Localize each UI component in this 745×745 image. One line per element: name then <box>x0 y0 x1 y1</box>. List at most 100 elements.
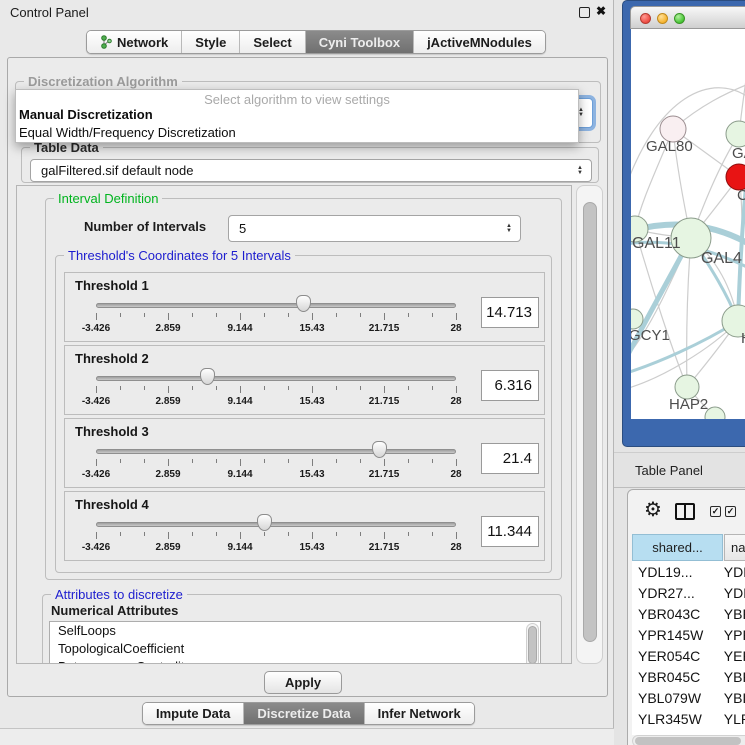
threshold-label: Threshold 1 <box>75 278 149 293</box>
slider-track[interactable] <box>96 376 456 381</box>
table-cell[interactable]: YER0 <box>720 648 745 664</box>
table-cell[interactable]: YPR145W <box>632 627 720 643</box>
node-label: HAP2 <box>669 396 708 413</box>
network-window-titlebar[interactable] <box>630 6 745 29</box>
slider-handle[interactable] <box>372 441 387 458</box>
node-label: GAL11 <box>632 235 681 252</box>
checkbox-icon[interactable]: ✓ <box>710 506 721 517</box>
algorithm-dropdown-popup: Select algorithm to view settings Manual… <box>15 89 579 143</box>
list-item[interactable]: TopologicalCoefficient <box>50 640 540 658</box>
threshold-slider[interactable]: -3.4262.8599.14415.4321.71528 <box>96 295 456 337</box>
scrollbar-thumb[interactable] <box>635 737 741 745</box>
tab-cyni-toolbox[interactable]: Cyni Toolbox <box>306 31 414 53</box>
tab-jactivemodules[interactable]: jActiveMNodules <box>414 31 545 53</box>
table-row[interactable]: YER054CYER0 <box>632 645 745 666</box>
interval-definition-group: Interval Definition Number of Intervals … <box>45 198 562 580</box>
tab-discretize-data[interactable]: Discretize Data <box>244 703 364 724</box>
slider-handle[interactable] <box>296 295 311 312</box>
tab-impute-data[interactable]: Impute Data <box>143 703 244 724</box>
table-cell[interactable]: YDR27... <box>632 585 720 601</box>
slider-track[interactable] <box>96 449 456 454</box>
table-hscrollbar[interactable] <box>632 735 745 745</box>
tab-label: Select <box>253 35 291 50</box>
table-row[interactable]: YDR27...YDR2 <box>632 582 745 603</box>
node-label: GAL80 <box>646 138 693 155</box>
num-intervals-spinner[interactable]: 5 ▲▼ <box>228 215 521 242</box>
tab-infer-network[interactable]: Infer Network <box>365 703 474 724</box>
table-cell[interactable]: YER054C <box>632 648 720 664</box>
checkbox-icon[interactable]: ✓ <box>725 506 736 517</box>
threshold-slider[interactable]: -3.4262.8599.14415.4321.71528 <box>96 368 456 410</box>
table-row[interactable]: YBR045CYBR0 <box>632 666 745 687</box>
node-label: C <box>737 187 745 204</box>
table-panel-header: Table Panel <box>614 452 745 488</box>
window-close-button[interactable] <box>640 13 651 24</box>
threshold-panel: Threshold 1 -3.4262.8599.14415.4321.7152… <box>64 272 545 342</box>
node-label: GAL4 <box>701 250 742 267</box>
settings-scroll-area: Interval Definition Number of Intervals … <box>16 185 572 664</box>
panel-footer <box>0 728 614 745</box>
panel-title: Control Panel <box>10 5 89 20</box>
slider-handle[interactable] <box>200 368 215 385</box>
threshold-slider[interactable]: -3.4262.8599.14415.4321.71528 <box>96 514 456 556</box>
table-cell[interactable]: YBR043C <box>632 606 720 622</box>
float-icon[interactable] <box>579 7 590 18</box>
dropdown-option-manual[interactable]: Manual Discretization <box>19 107 153 122</box>
table-cell[interactable]: YBL079W <box>632 690 720 706</box>
table-cell[interactable]: YBR0 <box>720 669 745 685</box>
split-table-icon[interactable] <box>675 503 695 520</box>
window-zoom-button[interactable] <box>674 13 685 24</box>
table-cell[interactable]: YDL1 <box>720 564 745 580</box>
table-cell[interactable]: YBR0 <box>720 606 745 622</box>
table-cell[interactable]: YLR345W <box>632 711 720 727</box>
tab-style[interactable]: Style <box>182 31 240 53</box>
threshold-value-input[interactable]: 14.713 <box>481 297 539 328</box>
tab-select[interactable]: Select <box>240 31 305 53</box>
scrollbar-thumb[interactable] <box>528 626 537 664</box>
slider-scale: -3.4262.8599.14415.4321.71528 <box>96 323 456 335</box>
list-item[interactable]: SelfLoops <box>50 622 540 640</box>
apply-button[interactable]: Apply <box>264 671 342 694</box>
table-header-row: shared... na <box>632 534 745 561</box>
table-cell[interactable]: YBR045C <box>632 669 720 685</box>
tab-label: Infer Network <box>378 706 461 721</box>
table-row[interactable]: YDL19...YDL1 <box>632 561 745 582</box>
table-cell[interactable]: YPR1 <box>720 627 745 643</box>
close-icon[interactable]: ✖ <box>596 4 606 18</box>
threshold-panel: Threshold 2 -3.4262.8599.14415.4321.7152… <box>64 345 545 415</box>
table-row[interactable]: YLR345WYLR3 <box>632 708 745 729</box>
list-scrollbar[interactable] <box>526 623 539 664</box>
threshold-value-input[interactable]: 6.316 <box>481 370 539 401</box>
threshold-value-input[interactable]: 21.4 <box>481 443 539 474</box>
attributes-list[interactable]: SelfLoops TopologicalCoefficient Between… <box>49 621 541 664</box>
threshold-label: Threshold 4 <box>75 497 149 512</box>
column-header-shared-name[interactable]: shared... <box>632 534 723 561</box>
table-row[interactable]: YBR043CYBR0 <box>632 603 745 624</box>
gear-icon[interactable]: ⚙ <box>644 501 662 519</box>
tab-label: Network <box>117 35 168 50</box>
table-row[interactable]: YPR145WYPR1 <box>632 624 745 645</box>
table-cell[interactable]: YLR3 <box>720 711 745 727</box>
attributes-group: Attributes to discretize Numerical Attri… <box>42 594 562 664</box>
network-node[interactable] <box>726 121 745 147</box>
table-cell[interactable]: YBL0 <box>720 690 745 706</box>
slider-track[interactable] <box>96 522 456 527</box>
tab-network[interactable]: Network <box>87 31 182 53</box>
list-item[interactable]: BetweennessCentrality <box>50 658 540 664</box>
threshold-value-input[interactable]: 11.344 <box>481 516 539 547</box>
scrollbar-thumb[interactable] <box>583 202 597 642</box>
table-data-combobox[interactable]: galFiltered.sif default node ▲▼ <box>30 159 592 182</box>
threshold-slider[interactable]: -3.4262.8599.14415.4321.71528 <box>96 441 456 483</box>
column-header-name[interactable]: na <box>724 534 745 561</box>
table-panel-title: Table Panel <box>635 463 703 478</box>
panel-scrollbar[interactable] <box>576 185 603 664</box>
network-canvas[interactable]: GAL80 GA C GAL11 GAL4 GCY1 H HAP2 <box>631 29 745 419</box>
slider-handle[interactable] <box>257 514 272 531</box>
table-cell[interactable]: YDL19... <box>632 564 720 580</box>
dropdown-option-equal-width[interactable]: Equal Width/Frequency Discretization <box>19 125 236 140</box>
table-row[interactable]: YBL079WYBL0 <box>632 687 745 708</box>
table-cell[interactable]: YDR2 <box>720 585 745 601</box>
slider-track[interactable] <box>96 303 456 308</box>
window-minimize-button[interactable] <box>657 13 668 24</box>
slider-scale: -3.4262.8599.14415.4321.71528 <box>96 542 456 554</box>
